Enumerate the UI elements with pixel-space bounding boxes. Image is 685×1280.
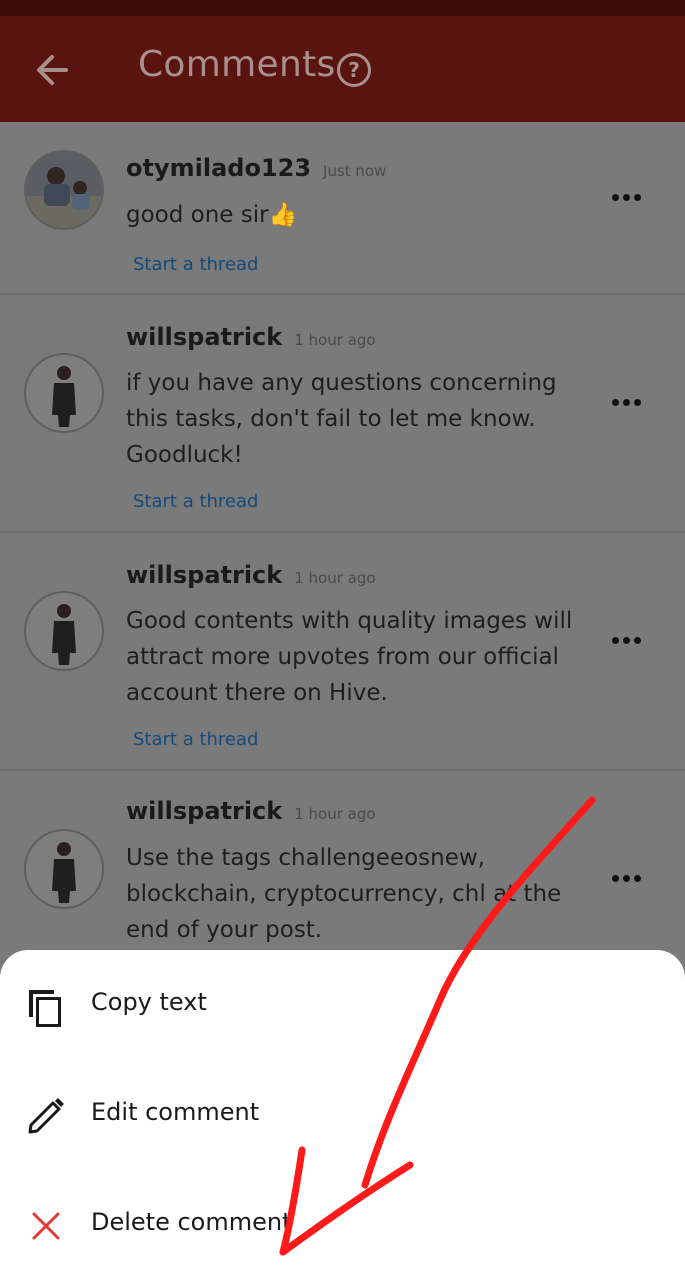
- comment-username[interactable]: otymilado123 Just now: [126, 154, 386, 182]
- back-arrow-icon: [37, 55, 68, 85]
- avatar[interactable]: [24, 591, 104, 671]
- copy-text-option[interactable]: Copy text: [0, 966, 685, 1046]
- comment-text: good one sir👍: [126, 202, 298, 228]
- pencil-icon: [24, 1094, 68, 1138]
- more-options-button[interactable]: [612, 391, 652, 411]
- more-options-button[interactable]: [612, 867, 652, 887]
- app-header: Comments ?: [0, 16, 685, 122]
- comment-timestamp: 1 hour ago: [294, 569, 376, 587]
- start-thread-link[interactable]: Start a thread: [133, 491, 258, 512]
- avatar[interactable]: [24, 353, 104, 433]
- delete-comment-label: Delete comment: [91, 1208, 292, 1236]
- dot-icon: [623, 875, 630, 882]
- avatar[interactable]: [24, 150, 104, 230]
- dot-icon: [623, 399, 630, 406]
- comment-username[interactable]: willspatrick 1 hour ago: [126, 323, 376, 351]
- dot-icon: [623, 637, 630, 644]
- comment-text: if you have any questions concerning thi…: [126, 370, 557, 468]
- comment-item: willspatrick 1 hour ago if you have any q…: [0, 295, 685, 533]
- dot-icon: [634, 637, 641, 644]
- comment-username-text[interactable]: willspatrick: [126, 797, 282, 825]
- more-options-button[interactable]: [612, 186, 652, 206]
- dot-icon: [634, 875, 641, 882]
- dot-icon: [612, 399, 619, 406]
- comment-username[interactable]: willspatrick 1 hour ago: [126, 797, 376, 825]
- dot-icon: [623, 194, 630, 201]
- dot-icon: [634, 194, 641, 201]
- comment-timestamp: Just now: [323, 162, 387, 180]
- more-options-button[interactable]: [612, 629, 652, 649]
- edit-comment-option[interactable]: Edit comment: [0, 1076, 685, 1156]
- comment-username[interactable]: willspatrick 1 hour ago: [126, 561, 376, 589]
- dot-icon: [612, 194, 619, 201]
- dot-icon: [612, 875, 619, 882]
- comment-username-text[interactable]: willspatrick: [126, 561, 282, 589]
- copy-text-label: Copy text: [91, 988, 207, 1016]
- comment-options-sheet: Copy text Edit comment Delete comment: [0, 950, 685, 1280]
- dot-icon: [612, 637, 619, 644]
- delete-comment-option[interactable]: Delete comment: [0, 1186, 685, 1266]
- copy-icon: [24, 984, 68, 1028]
- help-icon[interactable]: ?: [336, 52, 372, 88]
- back-button[interactable]: [32, 52, 76, 88]
- edit-comment-label: Edit comment: [91, 1098, 260, 1126]
- svg-text:?: ?: [348, 58, 360, 82]
- start-thread-link[interactable]: Start a thread: [133, 254, 258, 275]
- start-thread-link[interactable]: Start a thread: [133, 729, 258, 750]
- comment-item: otymilado123 Just now good one sir👍 Start…: [0, 122, 685, 295]
- comment-timestamp: 1 hour ago: [294, 331, 376, 349]
- comment-text: Use the tags challengeeosnew, blockchain…: [126, 845, 562, 943]
- page-title: Comments: [138, 44, 336, 85]
- avatar[interactable]: [24, 829, 104, 909]
- comment-item: willspatrick 1 hour ago Good contents wit…: [0, 533, 685, 771]
- comment-username-text[interactable]: otymilado123: [126, 154, 311, 182]
- comment-username-text[interactable]: willspatrick: [126, 323, 282, 351]
- comment-text: Good contents with quality images will a…: [126, 608, 573, 706]
- close-icon: [24, 1204, 68, 1248]
- comment-timestamp: 1 hour ago: [294, 805, 376, 823]
- dot-icon: [634, 399, 641, 406]
- status-bar: [0, 0, 685, 16]
